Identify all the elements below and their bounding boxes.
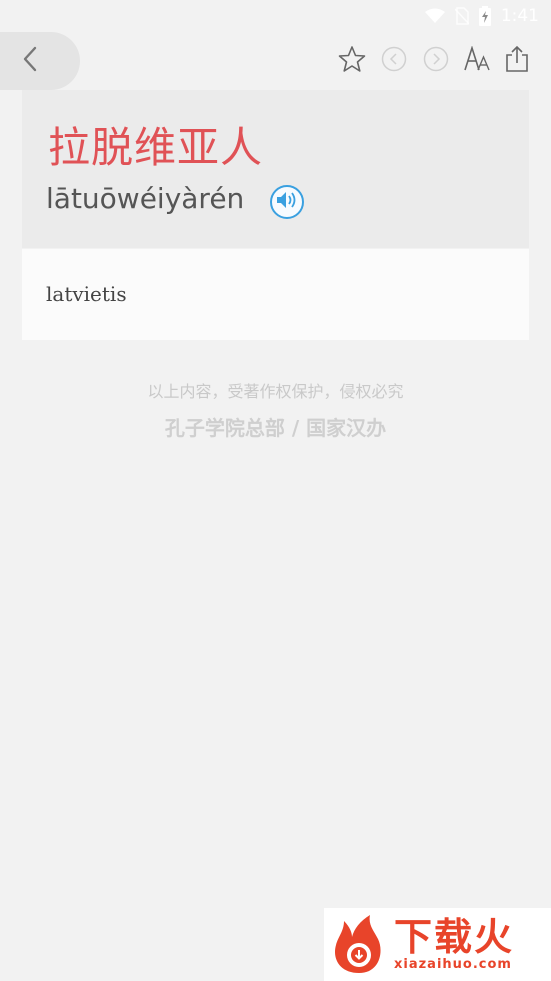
publisher-credit: 孔子学院总部 / 国家汉办 — [164, 416, 387, 440]
next-icon — [423, 46, 449, 76]
previous-icon — [381, 46, 407, 76]
watermark-title: 下载火 — [394, 915, 515, 959]
star-icon — [338, 45, 366, 77]
back-button[interactable] — [0, 32, 80, 90]
no-sim-icon — [454, 7, 469, 25]
watermark: 下载火 xiazaihuo.com — [324, 908, 551, 981]
watermark-url: xiazaihuo.com — [394, 957, 512, 972]
status-time: 1:41 — [500, 6, 539, 26]
entry-pinyin: lātuōwéiyàrén — [46, 182, 245, 215]
font-size-button[interactable] — [463, 45, 493, 76]
audio-play-button[interactable] — [270, 185, 304, 219]
definition-card: latvietis — [22, 249, 529, 340]
copyright-notice: 以上内容，受著作权保护，侵权必究 — [147, 382, 404, 401]
status-bar: 1:41 — [0, 0, 551, 32]
back-arrow-icon — [22, 45, 38, 77]
toolbar — [0, 32, 551, 90]
previous-button[interactable] — [379, 46, 409, 76]
wifi-icon — [424, 8, 445, 24]
battery-charging-icon — [478, 6, 491, 26]
share-button[interactable] — [502, 45, 532, 77]
flame-logo-icon — [330, 911, 388, 979]
favorite-button[interactable] — [337, 46, 367, 76]
next-button[interactable] — [421, 46, 451, 76]
font-size-icon — [464, 45, 492, 76]
entry-header: 拉脱维亚人 lātuōwéiyàrén — [22, 90, 529, 248]
entry-word: 拉脱维亚人 — [48, 123, 264, 172]
speaker-icon — [276, 191, 298, 213]
share-icon — [504, 45, 530, 77]
definition-text: latvietis — [46, 282, 127, 306]
